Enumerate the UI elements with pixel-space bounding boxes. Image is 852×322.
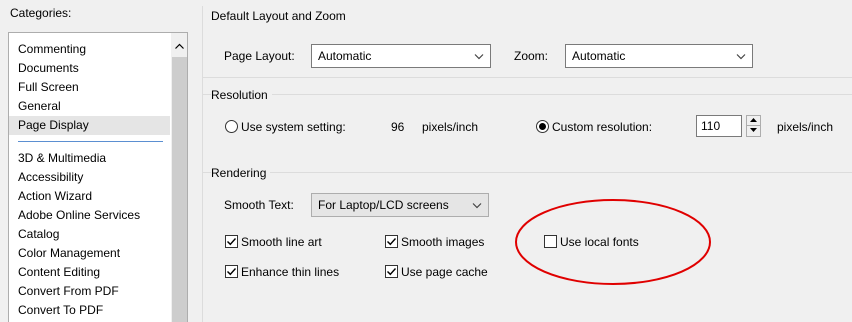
checkmark-icon: [387, 238, 397, 246]
chevron-down-icon: [472, 49, 486, 63]
spin-up-icon[interactable]: [747, 116, 760, 126]
category-item-convert-from-pdf[interactable]: Convert From PDF: [9, 282, 170, 301]
category-item-catalog[interactable]: Catalog: [9, 225, 170, 244]
rendering-title: Rendering: [211, 165, 271, 181]
smooth-images-checkbox[interactable]: [385, 235, 398, 248]
page-layout-select[interactable]: Automatic: [311, 44, 491, 68]
category-item-accessibility[interactable]: Accessibility: [9, 168, 170, 187]
category-item-documents[interactable]: Documents: [9, 59, 170, 78]
chevron-down-icon: [470, 198, 484, 212]
categories-list[interactable]: Commenting Documents Full Screen General…: [8, 32, 188, 322]
categories-label: Categories:: [10, 6, 72, 20]
custom-resolution-input[interactable]: 110: [696, 115, 742, 137]
smooth-line-art-checkbox[interactable]: [225, 235, 238, 248]
smooth-images-label[interactable]: Smooth images: [401, 234, 484, 250]
page-layout-value: Automatic: [318, 49, 372, 63]
smooth-text-value: For Laptop/LCD screens: [318, 198, 449, 212]
system-resolution-value: 96: [391, 120, 405, 134]
highlight-ellipse: [515, 199, 711, 285]
zoom-label: Zoom:: [514, 49, 549, 63]
category-item-commenting[interactable]: Commenting: [9, 40, 170, 59]
smooth-line-art-label[interactable]: Smooth line art: [241, 234, 322, 250]
custom-resolution-value: 110: [701, 119, 721, 133]
smooth-text-label: Smooth Text:: [224, 198, 294, 212]
checkmark-icon: [227, 268, 237, 276]
chevron-down-icon: [734, 49, 748, 63]
use-page-cache-checkbox[interactable]: [385, 265, 398, 278]
category-item-color-management[interactable]: Color Management: [9, 244, 170, 263]
layout-zoom-group: Default Layout and Zoom Page Layout: Aut…: [203, 8, 852, 78]
category-item-convert-to-pdf[interactable]: Convert To PDF: [9, 301, 170, 320]
category-item-content-editing[interactable]: Content Editing: [9, 263, 170, 282]
zoom-value: Automatic: [572, 49, 626, 63]
category-item-page-display[interactable]: Page Display: [9, 116, 170, 135]
smooth-text-select[interactable]: For Laptop/LCD screens: [311, 193, 489, 217]
custom-resolution-radio[interactable]: [536, 120, 549, 133]
use-system-setting-radio[interactable]: [225, 120, 238, 133]
checkmark-icon: [387, 268, 397, 276]
category-item-adobe-online-services[interactable]: Adobe Online Services: [9, 206, 170, 225]
custom-resolution-label[interactable]: Custom resolution:: [552, 119, 652, 135]
custom-resolution-spinner[interactable]: [746, 115, 761, 137]
spin-down-icon[interactable]: [747, 126, 760, 136]
resolution-title: Resolution: [211, 87, 272, 103]
zoom-select[interactable]: Automatic: [565, 44, 753, 68]
category-item-general[interactable]: General: [9, 97, 170, 116]
enhance-thin-lines-checkbox[interactable]: [225, 265, 238, 278]
use-system-setting-label[interactable]: Use system setting:: [241, 119, 346, 135]
custom-resolution-unit: pixels/inch: [777, 120, 834, 134]
resolution-group: Resolution Use system setting: 96 pixels…: [203, 87, 852, 154]
category-item-action-wizard[interactable]: Action Wizard: [9, 187, 170, 206]
enhance-thin-lines-label[interactable]: Enhance thin lines: [241, 264, 339, 280]
system-resolution-unit: pixels/inch: [422, 120, 479, 134]
category-item-full-screen[interactable]: Full Screen: [9, 78, 170, 97]
category-item-3d-multimedia[interactable]: 3D & Multimedia: [9, 149, 170, 168]
categories-scrollbar[interactable]: [170, 33, 187, 322]
scrollbar-thumb[interactable]: [172, 57, 187, 322]
chevron-up-icon[interactable]: [171, 33, 187, 57]
page-layout-label: Page Layout:: [224, 49, 295, 63]
use-page-cache-label[interactable]: Use page cache: [401, 264, 488, 280]
checkmark-icon: [227, 238, 237, 246]
category-separator: [18, 141, 163, 142]
layout-zoom-title: Default Layout and Zoom: [211, 8, 350, 24]
